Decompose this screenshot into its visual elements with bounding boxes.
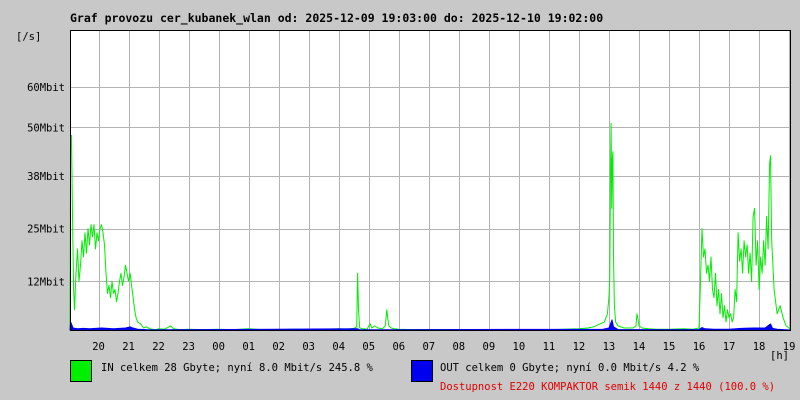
x-tick-label: 06 — [392, 341, 405, 353]
availability-text: Dostupnost E220 KOMPAKTOR semik 1440 z 1… — [440, 381, 776, 393]
x-tick-label: 01 — [242, 341, 255, 353]
x-tick-label: 16 — [693, 341, 706, 353]
x-tick-label: 10 — [513, 341, 526, 353]
x-tick-label: 08 — [452, 341, 465, 353]
x-tick-label: 21 — [122, 341, 135, 353]
x-tick-label: 14 — [633, 341, 646, 353]
legend-out-swatch — [411, 360, 433, 382]
legend-in-swatch — [70, 360, 92, 382]
y-tick-label: 38Mbit — [27, 171, 65, 183]
x-tick-label: 11 — [543, 341, 556, 353]
y-tick-label: 12Mbit — [27, 276, 65, 288]
y-tick-label: 60Mbit — [27, 82, 65, 94]
legend-out-text: OUT celkem 0 Gbyte; nyní 0.0 Mbit/s 4.2 … — [440, 362, 700, 374]
legend-in-text: IN celkem 28 Gbyte; nyní 8.0 Mbit/s 245.… — [101, 362, 373, 374]
x-tick-label: 02 — [272, 341, 285, 353]
x-tick-label: 05 — [362, 341, 375, 353]
x-tick-label: 13 — [603, 341, 616, 353]
x-tick-label: 22 — [152, 341, 165, 353]
x-tick-label: 00 — [212, 341, 225, 353]
x-tick-label: 18 — [753, 341, 766, 353]
traffic-graph-panel: Graf provozu cer_kubanek_wlan od: 2025-1… — [0, 0, 800, 400]
x-tick-label: 15 — [663, 341, 676, 353]
traffic-chart: 12Mbit 25Mbit 38Mbit 50Mbit 60Mbit 20 21 22 23 00… — [27, 30, 796, 353]
x-tick-label: 03 — [302, 341, 315, 353]
x-tick-label: 23 — [182, 341, 195, 353]
x-tick-label: 04 — [332, 341, 345, 353]
x-tick-label: 07 — [422, 341, 435, 353]
x-tick-label: 12 — [573, 341, 586, 353]
y-tick-label: 25Mbit — [27, 224, 65, 236]
x-tick-label: 17 — [723, 341, 736, 353]
x-tick-label: 20 — [92, 341, 105, 353]
x-tick-label: 19 — [783, 341, 796, 353]
x-tick-label: 09 — [483, 341, 496, 353]
y-tick-label: 50Mbit — [27, 122, 65, 134]
